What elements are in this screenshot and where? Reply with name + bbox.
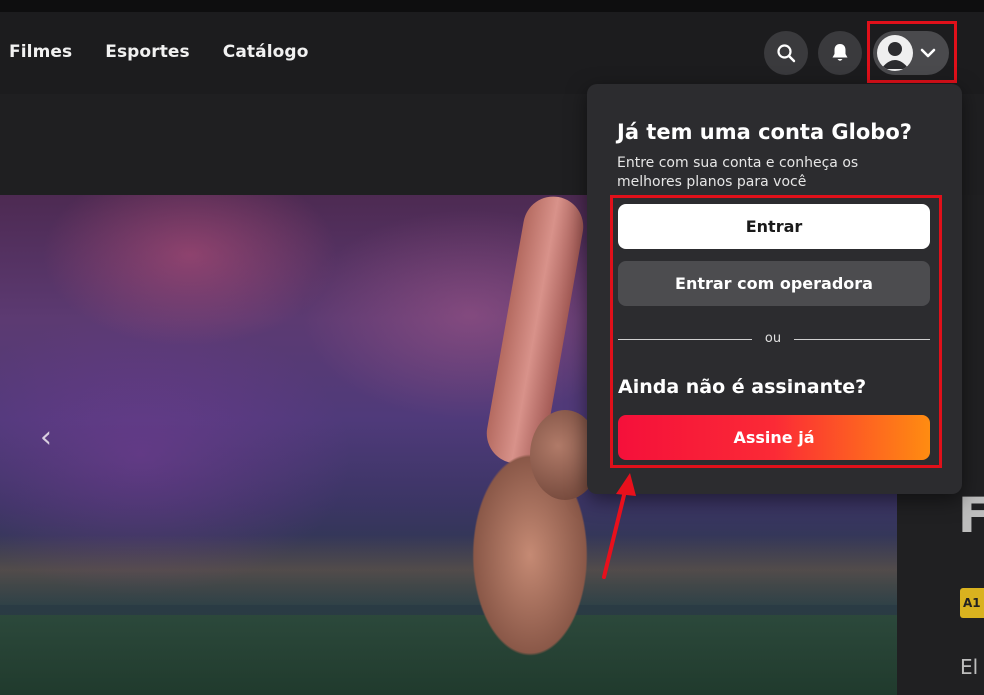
main-nav: Filmes Esportes Catálogo xyxy=(9,42,308,62)
carousel-prev-icon[interactable]: ‹ xyxy=(40,420,52,455)
notifications-button[interactable] xyxy=(818,31,862,75)
nav-item-catalogo[interactable]: Catálogo xyxy=(223,42,309,62)
bell-icon xyxy=(832,44,848,61)
dropdown-subtitle: Entre com sua conta e conheça os melhore… xyxy=(617,155,859,190)
browser-top-strip xyxy=(0,0,984,12)
profile-highlight-box xyxy=(867,21,957,83)
nav-item-esportes[interactable]: Esportes xyxy=(105,42,190,62)
side-text-fragment: El xyxy=(960,655,979,679)
dropdown-title: Já tem uma conta Globo? xyxy=(617,120,912,144)
buttons-highlight-box xyxy=(610,195,942,468)
nav-item-filmes[interactable]: Filmes xyxy=(9,42,72,62)
side-title-fragment: F xyxy=(958,488,984,544)
search-icon xyxy=(777,44,796,63)
search-button[interactable] xyxy=(764,31,808,75)
age-rating-badge: A1 xyxy=(960,588,984,618)
